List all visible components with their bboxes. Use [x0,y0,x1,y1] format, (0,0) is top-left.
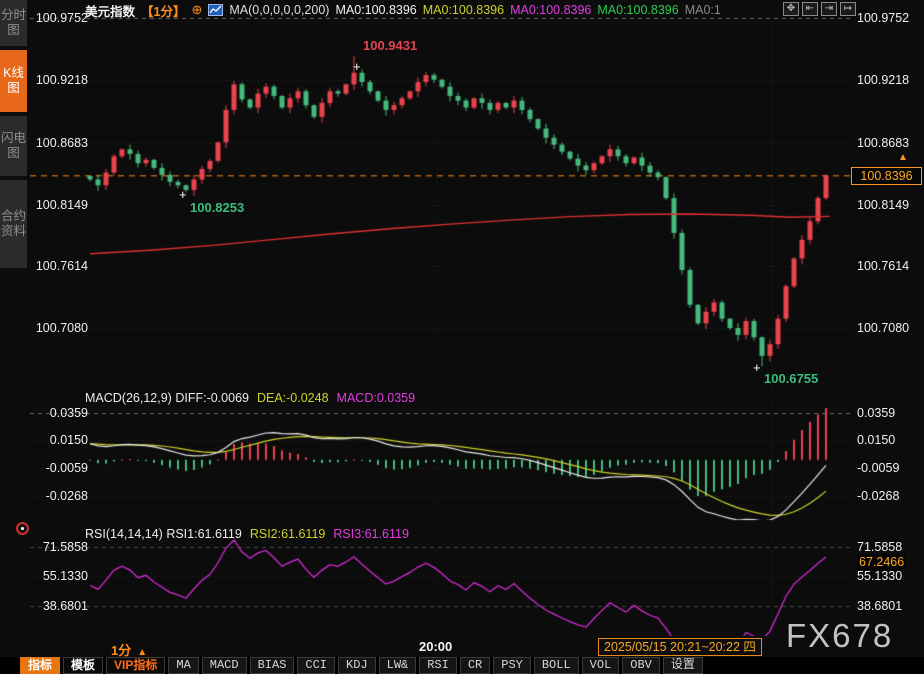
price-axis-label: 100.9752 [30,10,88,26]
price-extreme-label: 100.9431 [363,38,417,53]
price-axis-label: 100.8149 [30,197,88,213]
price-axis-label: 100.7614 [30,258,88,274]
price-axis-label: 100.9752 [857,10,909,26]
price-axis-label: 100.8149 [857,197,909,213]
add-indicator-icon[interactable]: ⊕ [191,2,202,18]
rsi-current-value: 67.2466 [857,554,906,570]
trading-app-window: 分时图 K线图 闪电图 合约资料 美元指数 【1分】 ⊕ MA(0,0,0,0,… [0,0,924,674]
period-label: 【1分】 [141,1,185,20]
symbol-title: 美元指数 [85,1,135,20]
ma0-value-green: MA0:100.8396 [597,3,678,17]
toolbar-button-BOLL[interactable]: BOLL [534,657,579,674]
rsi-axis-label: 38.6801 [857,598,902,614]
time-axis-label: 20:00 [419,639,452,654]
sidebar-tab-timeline[interactable]: 分时图 [0,0,27,48]
indicator-toolbar: 指标模板VIP指标MAMACDBIASCCIKDJLW&RSICRPSYBOLL… [0,657,924,674]
ma0-value-yellow: MA0:100.8396 [423,3,504,17]
price-extreme-label: 100.8253 [190,200,244,215]
rsi-axis-label: 55.1330 [30,568,88,584]
macd-axis-label: 0.0359 [857,405,895,421]
rsi-axis-label: 55.1330 [857,568,902,584]
rsi-axis-label: 38.6801 [30,598,88,614]
fx678-watermark: FX678 [786,617,893,655]
macd-axis-label: -0.0059 [30,460,88,476]
toolbar-button-xx[interactable]: 指标 [20,657,60,674]
toolbar-button-xx[interactable]: 模板 [63,657,103,674]
macd-axis-label: 0.0150 [30,432,88,448]
toolbar-button-OBV[interactable]: OBV [622,657,660,674]
extreme-cross-marker: + [753,363,761,373]
ma0-value-white: MA0:100.8396 [335,3,416,17]
macd-axis-label: -0.0268 [30,488,88,504]
price-axis-label: 100.9218 [30,72,88,88]
toolbar-button-VIPxx[interactable]: VIP指标 [106,657,165,674]
macd-header: MACD(26,12,9) DIFF:-0.0069 DEA:-0.0248 M… [85,391,415,405]
macd-axis-label: -0.0268 [857,488,899,504]
toolbar-button-RSI[interactable]: RSI [419,657,457,674]
ma-params-label: MA(0,0,0,0,0,200) [229,3,329,17]
price-axis-label: 100.7080 [30,320,88,336]
rsi-params-label: RSI(14,14,14) RSI1:61.6119 [85,527,242,541]
price-axis-label: 100.8683 [30,135,88,151]
rsi-header: RSI(14,14,14) RSI1:61.6119 RSI2:61.6119 … [85,527,409,541]
macd-axis-label: 0.0359 [30,405,88,421]
rsi-axis-label: 71.5858 [857,539,902,555]
chart-canvas[interactable] [0,0,924,674]
rsi-axis-label: 71.5858 [30,539,88,555]
macd-dea-value: DEA:-0.0248 [257,391,329,405]
ma0-value-magenta: MA0:100.8396 [510,3,591,17]
pan-icon[interactable]: ✥ [783,2,799,16]
toolbar-button-CR[interactable]: CR [460,657,490,674]
sidebar-tab-kline[interactable]: K线图 [0,50,27,114]
price-extreme-label: 100.6755 [764,371,818,386]
ma0-value-gray: MA0:1 [685,3,721,17]
toolbar-button-LWx[interactable]: LW& [379,657,417,674]
macd-params-label: MACD(26,12,9) DIFF:-0.0069 [85,391,249,405]
toolbar-button-KDJ[interactable]: KDJ [338,657,376,674]
toolbar-button-VOL[interactable]: VOL [582,657,620,674]
toolbar-button-CCI[interactable]: CCI [297,657,335,674]
macd-value: MACD:0.0359 [337,391,416,405]
crosshair-date-label: 2025/05/15 20:21~20:22 四 [598,638,762,656]
shift-right-icon[interactable]: ↦ [840,2,856,16]
extreme-cross-marker: + [353,62,361,72]
rsi2-value: RSI2:61.6119 [250,527,326,541]
toolbar-button-MA[interactable]: MA [168,657,198,674]
macd-axis-label: 0.0150 [857,432,895,448]
toolbar-button-MACD[interactable]: MACD [202,657,247,674]
chart-type-icon[interactable] [208,4,223,16]
chart-toolbar-icons: ✥⇤⇥↦ [783,2,856,16]
toolbar-button-BIAS[interactable]: BIAS [250,657,295,674]
current-price-tag: 100.8396 [851,167,922,185]
macd-axis-label: -0.0059 [857,460,899,476]
compress-left-icon[interactable]: ⇤ [802,2,818,16]
toolbar-button-xx[interactable]: 设置 [663,657,703,674]
sidebar-tab-contract-info[interactable]: 合约资料 [0,180,27,270]
price-axis-label: 100.8683 [857,135,909,151]
price-axis-label: 100.7614 [857,258,909,274]
sidebar-tab-lightning[interactable]: 闪电图 [0,116,27,178]
toolbar-button-PSY[interactable]: PSY [493,657,531,674]
compress-right-icon[interactable]: ⇥ [821,2,837,16]
price-up-arrow-icon: ▲ [898,152,908,163]
price-axis-label: 100.7080 [857,320,909,336]
chart-header: 美元指数 【1分】 ⊕ MA(0,0,0,0,0,200) MA0:100.83… [85,2,721,18]
price-axis-label: 100.9218 [857,72,909,88]
rsi3-value: RSI3:61.6119 [333,527,409,541]
target-marker-icon[interactable] [16,522,29,535]
extreme-cross-marker: + [179,190,187,200]
